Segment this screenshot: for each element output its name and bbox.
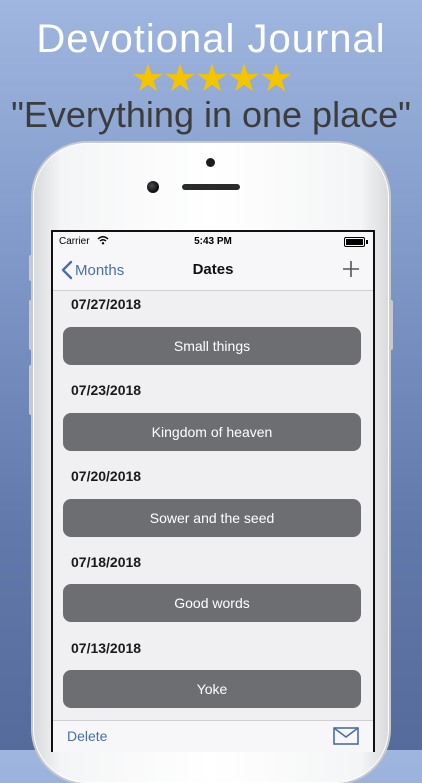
bottom-toolbar: Delete (53, 720, 373, 752)
earpiece-speaker (182, 184, 240, 190)
entry-button[interactable]: Sower and the seed (63, 499, 361, 537)
navigation-bar: Months Dates (53, 252, 373, 291)
promo-tagline: "Everything in one place" (11, 94, 411, 135)
entry-date: 07/13/2018 (71, 640, 142, 656)
entry-date: 07/18/2018 (71, 554, 142, 570)
battery-icon (344, 237, 365, 247)
mail-icon[interactable] (333, 727, 359, 750)
plus-icon[interactable] (339, 257, 363, 281)
delete-button[interactable]: Delete (67, 728, 107, 744)
phone-screen: Carrier 5:43 PM Months Dates 07/27/2018 (51, 230, 375, 752)
nav-title: Dates (192, 261, 234, 278)
front-camera (147, 181, 159, 193)
entry-button[interactable]: Good words (63, 584, 361, 622)
status-bar: Carrier 5:43 PM (53, 232, 373, 252)
entry-button[interactable]: Yoke (63, 670, 361, 708)
power-button (389, 300, 393, 350)
entry-date: 07/23/2018 (71, 382, 142, 398)
entry-date: 07/27/2018 (71, 296, 142, 312)
entry-button[interactable]: Small things (63, 327, 361, 365)
battery-tip (366, 240, 368, 244)
proximity-sensor (206, 158, 215, 167)
status-time: 5:43 PM (194, 236, 232, 247)
entry-button[interactable]: Kingdom of heaven (63, 413, 361, 451)
entry-date: 07/20/2018 (71, 468, 142, 484)
promo-title: Devotional Journal (36, 17, 386, 61)
